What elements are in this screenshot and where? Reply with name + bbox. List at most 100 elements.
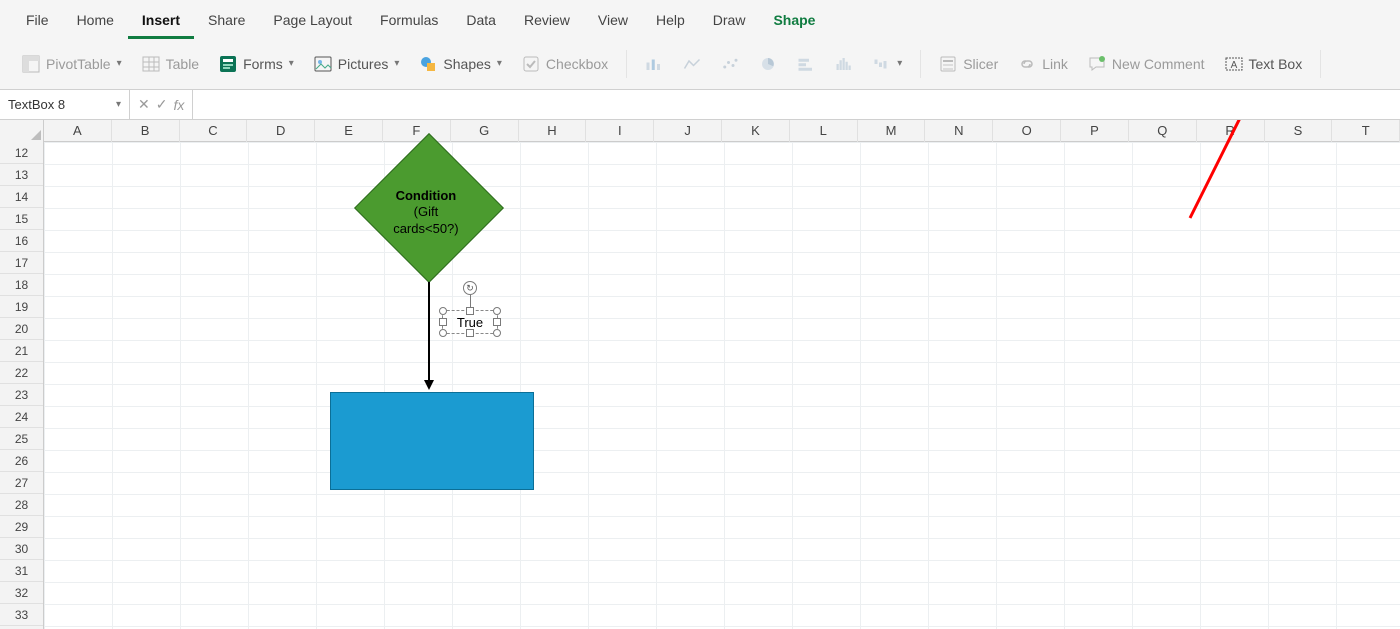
- column-header[interactable]: N: [925, 120, 993, 142]
- column-header[interactable]: C: [180, 120, 248, 142]
- row-header[interactable]: 27: [0, 472, 43, 494]
- tab-insert[interactable]: Insert: [128, 6, 194, 39]
- pictures-button[interactable]: Pictures ▾: [306, 51, 408, 77]
- column-header[interactable]: P: [1061, 120, 1129, 142]
- row-header[interactable]: 29: [0, 516, 43, 538]
- row-header[interactable]: 23: [0, 384, 43, 406]
- bar-chart-button: [789, 51, 823, 77]
- row-header[interactable]: 14: [0, 186, 43, 208]
- scatter-chart-button: [713, 51, 747, 77]
- row-header[interactable]: 20: [0, 318, 43, 340]
- tab-home[interactable]: Home: [63, 6, 128, 39]
- row-header[interactable]: 22: [0, 362, 43, 384]
- cells-area[interactable]: [44, 142, 1400, 629]
- pictures-icon: [314, 55, 332, 73]
- shapes-button[interactable]: Shapes ▾: [411, 51, 510, 77]
- rotate-handle[interactable]: ↻: [463, 281, 477, 295]
- textbox-true[interactable]: True ↻: [442, 310, 498, 334]
- row-header[interactable]: 19: [0, 296, 43, 318]
- resize-handle-bl[interactable]: [439, 329, 447, 337]
- row-header[interactable]: 16: [0, 230, 43, 252]
- column-header[interactable]: E: [315, 120, 383, 142]
- column-header[interactable]: G: [451, 120, 519, 142]
- column-header[interactable]: F: [383, 120, 451, 142]
- tab-data[interactable]: Data: [452, 6, 510, 39]
- text-box-button[interactable]: A Text Box: [1217, 51, 1311, 77]
- tab-review[interactable]: Review: [510, 6, 584, 39]
- row-header[interactable]: 26: [0, 450, 43, 472]
- histogram-icon: [835, 55, 853, 73]
- row-header[interactable]: 32: [0, 582, 43, 604]
- chevron-down-icon[interactable]: ▾: [116, 99, 121, 110]
- tab-shape[interactable]: Shape: [759, 6, 829, 39]
- tab-view[interactable]: View: [584, 6, 642, 39]
- pivot-table-icon: [22, 55, 40, 73]
- name-box[interactable]: TextBox 8 ▾: [0, 90, 130, 119]
- column-header[interactable]: S: [1265, 120, 1333, 142]
- tab-formulas[interactable]: Formulas: [366, 6, 452, 39]
- checkbox-icon: [522, 55, 540, 73]
- enter-icon[interactable]: ✓: [156, 96, 168, 113]
- resize-handle-ml[interactable]: [439, 318, 447, 326]
- column-header[interactable]: H: [519, 120, 587, 142]
- row-header[interactable]: 12: [0, 142, 43, 164]
- row-header[interactable]: 15: [0, 208, 43, 230]
- column-headers: ABCDEFGHIJKLMNOPQRST: [0, 120, 1400, 142]
- resize-handle-tr[interactable]: [493, 307, 501, 315]
- column-chart-icon: [645, 55, 663, 73]
- new-comment-button[interactable]: New Comment: [1080, 51, 1213, 77]
- slicer-button[interactable]: Slicer: [931, 51, 1006, 77]
- column-header[interactable]: A: [44, 120, 112, 142]
- row-header[interactable]: 33: [0, 604, 43, 626]
- resize-handle-tl[interactable]: [439, 307, 447, 315]
- resize-handle-bm[interactable]: [466, 329, 474, 337]
- tab-help[interactable]: Help: [642, 6, 699, 39]
- resize-handle-tm[interactable]: [466, 307, 474, 315]
- row-header[interactable]: 18: [0, 274, 43, 296]
- connector-arrow[interactable]: [428, 282, 430, 382]
- tab-share[interactable]: Share: [194, 6, 259, 39]
- row-header[interactable]: 31: [0, 560, 43, 582]
- arrow-head-icon: [424, 380, 434, 390]
- process-rectangle-shape[interactable]: [330, 392, 534, 490]
- column-header[interactable]: R: [1197, 120, 1265, 142]
- shapes-icon: [419, 55, 437, 73]
- diamond-line2: (Gift: [414, 204, 439, 219]
- row-header[interactable]: 17: [0, 252, 43, 274]
- column-header[interactable]: M: [858, 120, 926, 142]
- resize-handle-br[interactable]: [493, 329, 501, 337]
- row-header[interactable]: 28: [0, 494, 43, 516]
- table-label: Table: [166, 56, 199, 72]
- separator: [920, 50, 921, 78]
- forms-button[interactable]: Forms ▾: [211, 51, 302, 77]
- column-header[interactable]: L: [790, 120, 858, 142]
- column-header[interactable]: K: [722, 120, 790, 142]
- tab-page-layout[interactable]: Page Layout: [259, 6, 366, 39]
- column-header[interactable]: B: [112, 120, 180, 142]
- tab-draw[interactable]: Draw: [699, 6, 760, 39]
- column-header[interactable]: T: [1332, 120, 1400, 142]
- formula-input[interactable]: [193, 90, 1400, 119]
- column-chart-button: [637, 51, 671, 77]
- checkbox-button[interactable]: Checkbox: [514, 51, 616, 77]
- cancel-icon[interactable]: ✕: [138, 96, 150, 113]
- waterfall-icon: [873, 55, 891, 73]
- column-header[interactable]: D: [247, 120, 315, 142]
- column-header[interactable]: O: [993, 120, 1061, 142]
- row-header[interactable]: 24: [0, 406, 43, 428]
- row-header[interactable]: 30: [0, 538, 43, 560]
- fx-icon[interactable]: fx: [173, 97, 184, 113]
- link-button[interactable]: Link: [1010, 51, 1076, 77]
- resize-handle-mr[interactable]: [493, 318, 501, 326]
- row-header[interactable]: 21: [0, 340, 43, 362]
- column-header[interactable]: J: [654, 120, 722, 142]
- column-header[interactable]: I: [586, 120, 654, 142]
- forms-icon: [219, 55, 237, 73]
- table-button[interactable]: Table: [134, 51, 207, 77]
- pivot-table-button[interactable]: PivotTable ▾: [14, 51, 130, 77]
- column-header[interactable]: Q: [1129, 120, 1197, 142]
- select-all-corner[interactable]: [0, 120, 44, 142]
- row-header[interactable]: 25: [0, 428, 43, 450]
- row-header[interactable]: 13: [0, 164, 43, 186]
- tab-file[interactable]: File: [12, 6, 63, 39]
